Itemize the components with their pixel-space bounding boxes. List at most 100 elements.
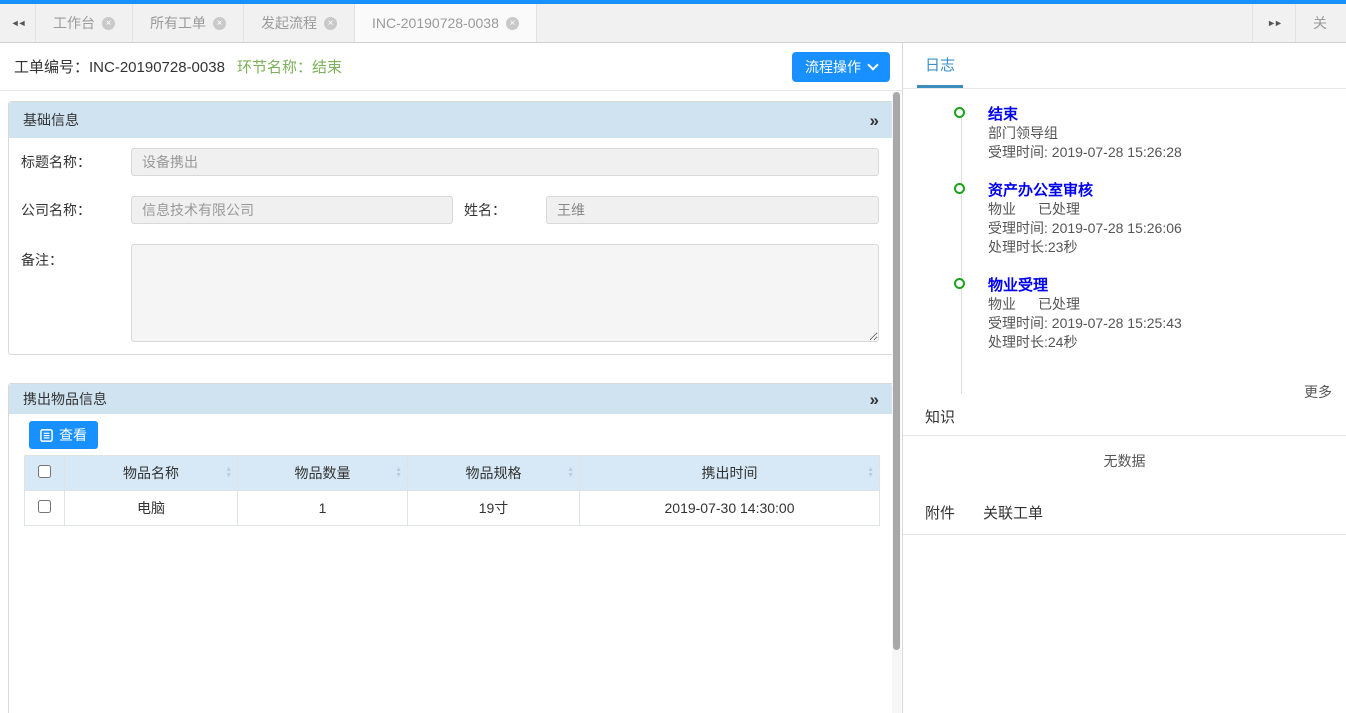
tab-label: 关: [1313, 13, 1327, 33]
app-window: ◄◄ 工作台 × 所有工单 × 发起流程 × INC-20190728-0038…: [0, 0, 1346, 713]
scrollbar-thumb[interactable]: [893, 92, 900, 650]
col-carry-time: 携出时间▲▼: [580, 456, 880, 491]
close-icon[interactable]: ×: [213, 17, 226, 30]
timeline-status: 已处理: [1038, 296, 1080, 312]
select-all-checkbox[interactable]: [38, 465, 51, 478]
view-button-label: 查看: [59, 425, 87, 445]
vertical-scrollbar[interactable]: [892, 92, 901, 713]
name-label: 姓名：: [453, 200, 546, 220]
company-label: 公司名称：: [21, 200, 131, 220]
timeline-handler: 物业: [988, 296, 1016, 312]
sort-icon[interactable]: ▲▼: [225, 467, 232, 479]
more-link[interactable]: 更多: [1304, 384, 1332, 400]
process-action-button[interactable]: 流程操作: [792, 52, 890, 82]
view-button[interactable]: 查看: [29, 421, 98, 449]
attachment-tab-bar: 附件 关联工单: [903, 486, 1346, 535]
col-item-name: 物品名称▲▼: [65, 456, 238, 491]
main-area: 工单编号：INC-20190728-0038 环节名称：结束 流程操作 基础信息…: [0, 43, 1346, 713]
timeline-item-property-accept: 物业受理 物业 已处理 受理时间: 2019-07-28 15:25:43 处理时…: [903, 276, 1346, 352]
items-table: 物品名称▲▼ 物品数量▲▼ 物品规格▲▼ 携出时间▲▼ 电脑 1: [24, 455, 880, 526]
timeline-node-icon: [954, 107, 965, 118]
carried-items-section: 携出物品信息 » 查看: [8, 383, 892, 713]
timeline-step-link[interactable]: 结束: [988, 105, 1346, 124]
log-side-panel: 日志 结束 部门领导组 受理时间: 2019-07-28 15:26:28 资产…: [903, 43, 1346, 713]
process-timeline: 结束 部门领导组 受理时间: 2019-07-28 15:26:28 资产办公室…: [903, 89, 1346, 352]
view-detail-icon: [40, 429, 53, 442]
step-name: 环节名称：结束: [237, 56, 342, 77]
close-icon[interactable]: ×: [324, 17, 337, 30]
basic-info-header: 基础信息 »: [9, 102, 892, 138]
more-row: 更多: [903, 382, 1346, 402]
remark-row: 备注：: [9, 244, 892, 342]
company-name-row: 公司名称： 姓名：: [9, 196, 892, 224]
basic-info-section: 基础信息 » 标题名称： 公司名称： 姓名：: [8, 101, 892, 355]
timeline-step-link[interactable]: 资产办公室审核: [988, 181, 1346, 200]
name-input[interactable]: [546, 196, 879, 224]
tab-work-order[interactable]: INC-20190728-0038 ×: [355, 4, 537, 42]
timeline-item-asset-review: 资产办公室审核 物业已处理 受理时间: 2019-07-28 15:26:06 …: [903, 181, 1346, 257]
timeline-item-end: 结束 部门领导组 受理时间: 2019-07-28 15:26:28: [903, 105, 1346, 162]
work-order-detail-panel: 工单编号：INC-20190728-0038 环节名称：结束 流程操作 基础信息…: [0, 43, 903, 713]
tab-label: INC-20190728-0038: [372, 15, 499, 31]
log-tab-bar: 日志: [903, 43, 1346, 89]
timeline-status: 已处理: [1038, 201, 1080, 217]
timeline-node-icon: [954, 278, 965, 289]
tab-label: 工作台: [53, 13, 95, 33]
tab-workbench[interactable]: 工作台 ×: [36, 4, 133, 42]
timeline-group: 部门领导组: [988, 124, 1346, 143]
tab-overflow-clipped[interactable]: 关: [1296, 4, 1346, 42]
tab-label: 发起流程: [261, 13, 317, 33]
cell-carry-time: 2019-07-30 14:30:00: [580, 491, 880, 526]
col-item-quantity: 物品数量▲▼: [238, 456, 408, 491]
order-number: 工单编号：INC-20190728-0038: [14, 56, 225, 77]
tab-bar: ◄◄ 工作台 × 所有工单 × 发起流程 × INC-20190728-0038…: [0, 4, 1346, 43]
tab-log[interactable]: 日志: [917, 43, 963, 88]
tabs-scroll-right-icon[interactable]: ►►: [1252, 4, 1296, 42]
timeline-handler: 物业: [988, 201, 1016, 217]
timeline-handler-status: 物业 已处理: [988, 295, 1346, 314]
basic-info-body: 标题名称： 公司名称： 姓名： 备注：: [9, 138, 892, 354]
timeline-accept-time: 受理时间: 2019-07-28 15:26:28: [988, 143, 1346, 162]
cell-item-quantity: 1: [238, 491, 408, 526]
title-input[interactable]: [131, 148, 879, 176]
timeline-accept-time: 受理时间: 2019-07-28 15:26:06: [988, 219, 1346, 238]
timeline-handler-status: 物业 已处理: [988, 200, 1346, 219]
process-action-label: 流程操作: [805, 57, 861, 77]
chevron-down-icon: [867, 59, 878, 70]
tab-all-orders[interactable]: 所有工单 ×: [133, 4, 244, 42]
carried-items-header: 携出物品信息 »: [9, 384, 892, 414]
timeline-step-link[interactable]: 物业受理: [988, 276, 1346, 295]
knowledge-section-title: 知识: [903, 406, 1346, 436]
tabs-scroll-left-icon[interactable]: ◄◄: [0, 4, 36, 42]
remark-textarea[interactable]: [131, 244, 879, 342]
row-checkbox[interactable]: [38, 500, 51, 513]
collapse-icon[interactable]: »: [870, 112, 879, 129]
close-icon[interactable]: ×: [506, 17, 519, 30]
tab-related-orders[interactable]: 关联工单: [983, 502, 1043, 523]
tab-attachments[interactable]: 附件: [925, 502, 955, 523]
tab-label: 所有工单: [150, 13, 206, 33]
remark-label: 备注：: [21, 244, 131, 270]
detail-scroll-area: 基础信息 » 标题名称： 公司名称： 姓名：: [0, 92, 892, 713]
sort-icon[interactable]: ▲▼: [567, 467, 574, 479]
section-title: 基础信息: [23, 110, 79, 130]
cell-item-name: 电脑: [65, 491, 238, 526]
timeline-accept-time: 受理时间: 2019-07-28 15:25:43: [988, 314, 1346, 333]
cell-item-spec: 19寸: [408, 491, 580, 526]
knowledge-no-data: 无数据: [903, 436, 1346, 486]
table-row[interactable]: 电脑 1 19寸 2019-07-30 14:30:00: [25, 491, 880, 526]
company-input[interactable]: [131, 196, 453, 224]
timeline-node-icon: [954, 183, 965, 194]
title-field-row: 标题名称：: [9, 148, 892, 176]
table-header-row: 物品名称▲▼ 物品数量▲▼ 物品规格▲▼ 携出时间▲▼: [25, 456, 880, 491]
collapse-icon[interactable]: »: [870, 391, 879, 408]
timeline-duration: 处理时长:23秒: [988, 238, 1346, 257]
title-label: 标题名称：: [21, 152, 131, 172]
tab-start-process[interactable]: 发起流程 ×: [244, 4, 355, 42]
sort-icon[interactable]: ▲▼: [867, 467, 874, 479]
timeline-duration: 处理时长:24秒: [988, 333, 1346, 352]
work-order-header: 工单编号：INC-20190728-0038 环节名称：结束 流程操作: [0, 43, 902, 91]
close-icon[interactable]: ×: [102, 17, 115, 30]
section-title: 携出物品信息: [23, 389, 107, 409]
sort-icon[interactable]: ▲▼: [395, 467, 402, 479]
